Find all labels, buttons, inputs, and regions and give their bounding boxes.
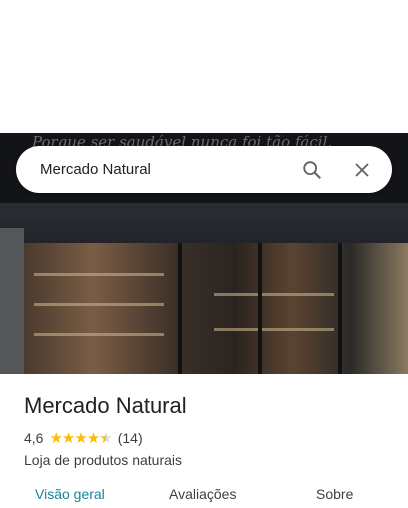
facade-band [0, 203, 408, 243]
search-bar[interactable]: Mercado Natural [16, 146, 392, 193]
shelf [214, 293, 334, 296]
shelf [34, 273, 164, 276]
review-count[interactable]: (14) [118, 430, 143, 446]
shelf [214, 328, 334, 331]
tab-about[interactable]: Sobre [316, 486, 353, 502]
rating-row[interactable]: 4,6 ★★★★★ (14) [24, 429, 187, 447]
search-icon[interactable] [292, 150, 332, 190]
frame-post [338, 243, 342, 374]
place-category[interactable]: Loja de produtos naturais [24, 452, 187, 468]
tab-reviews[interactable]: Avaliações [169, 486, 236, 502]
star-rating-icon: ★★★★★ [49, 430, 112, 447]
frame-post [258, 243, 262, 374]
place-info: Mercado Natural 4,6 ★★★★★ (14) Loja de p… [24, 393, 187, 468]
storefront [24, 243, 408, 374]
close-icon[interactable] [342, 150, 382, 190]
rating-value: 4,6 [24, 430, 44, 446]
tab-overview[interactable]: Visão geral [35, 486, 105, 502]
shelf [34, 333, 164, 336]
place-title: Mercado Natural [24, 393, 187, 418]
search-input[interactable]: Mercado Natural [40, 161, 292, 178]
wall [0, 228, 24, 374]
frame-post [178, 243, 182, 374]
shelf [34, 303, 164, 306]
